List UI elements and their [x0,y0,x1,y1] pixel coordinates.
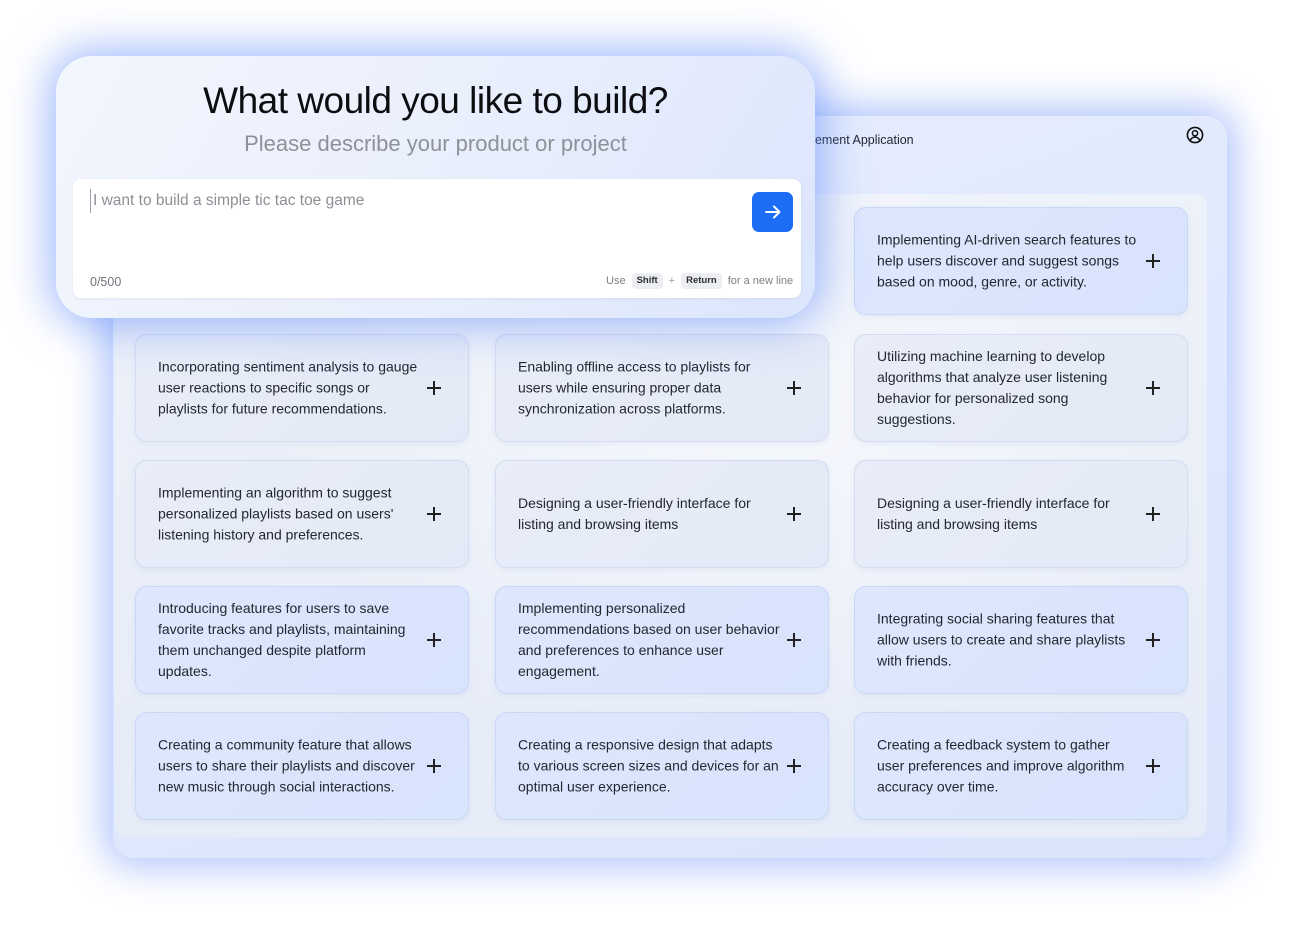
suggestion-text: Creating a responsive design that adapts… [518,736,779,795]
plus-icon[interactable] [1146,254,1160,268]
shift-key-badge: Shift [631,273,663,289]
plus-icon[interactable] [427,381,441,395]
plus-icon[interactable] [1146,381,1160,395]
app-stage: gement Application Implementing AI-drive… [0,0,1308,939]
hint-suffix: for a new line [727,275,794,287]
suggestion-text: Creating a community feature that allows… [158,736,415,795]
suggestion-card[interactable]: Creating a feedback system to gather use… [854,712,1188,820]
suggestion-text: Utilizing machine learning to develop al… [877,348,1108,427]
suggestion-card[interactable]: Creating a community feature that allows… [135,712,469,820]
plus-icon[interactable] [427,759,441,773]
suggestion-card[interactable]: Implementing AI-driven search features t… [854,207,1188,315]
suggestion-text: Implementing personalized recommendation… [518,600,780,679]
suggestion-text: Designing a user-friendly interface for … [877,495,1110,532]
plus-icon[interactable] [787,507,801,521]
suggestion-card[interactable]: Implementing personalized recommendation… [495,586,829,694]
suggestion-card[interactable]: Implementing an algorithm to suggest per… [135,460,469,568]
plus-icon[interactable] [1146,633,1160,647]
suggestion-card[interactable]: Creating a responsive design that adapts… [495,712,829,820]
hint-plus: + [668,275,676,287]
plus-icon[interactable] [1146,759,1160,773]
plus-icon[interactable] [1146,507,1160,521]
newline-hint: Use Shift + Return for a new line [606,273,793,289]
arrow-right-icon [764,205,780,219]
suggestion-text: Designing a user-friendly interface for … [518,495,751,532]
plus-icon[interactable] [787,381,801,395]
page-title: What would you like to build? [203,80,668,121]
suggestion-card[interactable]: Designing a user-friendly interface for … [495,460,829,568]
suggestion-text: Enabling offline access to playlists for… [518,358,751,417]
suggestion-text: Implementing an algorithm to suggest per… [158,484,394,543]
user-circle-icon[interactable] [1186,126,1204,144]
suggestion-card[interactable]: Designing a user-friendly interface for … [854,460,1188,568]
hint-use-label: Use [606,275,626,287]
prompt-input[interactable] [90,189,733,213]
suggestion-text: Incorporating sentiment analysis to gaug… [158,358,418,417]
suggestion-card[interactable]: Enabling offline access to playlists for… [495,334,829,442]
suggestion-text: Integrating social sharing features that… [877,610,1126,669]
plus-icon[interactable] [787,633,801,647]
project-title: gement Application [808,133,914,147]
suggestion-text: Introducing features for users to save f… [158,600,406,679]
suggestion-card[interactable]: Utilizing machine learning to develop al… [854,334,1188,442]
submit-button[interactable] [752,192,793,232]
suggestion-card[interactable]: Integrating social sharing features that… [854,586,1188,694]
suggestion-card[interactable]: Incorporating sentiment analysis to gaug… [135,334,469,442]
plus-icon[interactable] [427,633,441,647]
suggestion-text: Creating a feedback system to gather use… [877,736,1125,795]
suggestion-card[interactable]: Introducing features for users to save f… [135,586,469,694]
plus-icon[interactable] [427,507,441,521]
plus-icon[interactable] [787,759,801,773]
return-key-badge: Return [681,273,722,289]
suggestion-text: Implementing AI-driven search features t… [877,231,1137,290]
char-counter: 0/500 [90,275,122,289]
page-subtitle: Please describe your product or project [244,131,627,156]
